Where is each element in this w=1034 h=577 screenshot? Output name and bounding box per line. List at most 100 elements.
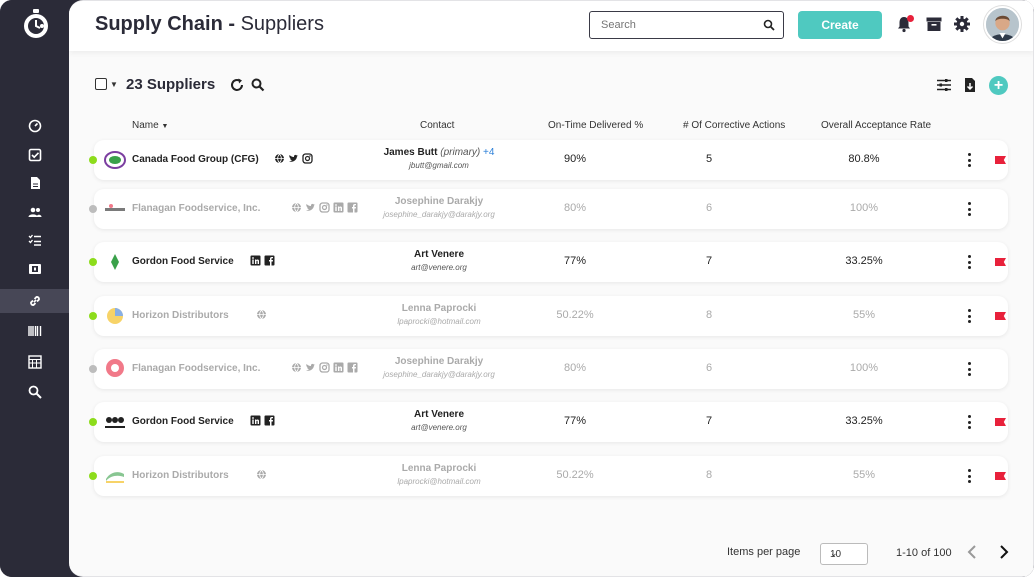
corrective-actions-value: 7: [705, 415, 713, 427]
link-icon: [29, 296, 40, 306]
archive-icon[interactable]: [925, 15, 943, 33]
supplier-name[interactable]: Flanagan Foodservice, Inc.: [132, 203, 260, 214]
globe-icon[interactable]: [274, 153, 285, 164]
contact-name[interactable]: James Butt: [384, 147, 438, 158]
checkbox[interactable]: [95, 78, 107, 90]
nav-supply-chain[interactable]: [0, 289, 69, 313]
supplier-name[interactable]: Horizon Distributors: [132, 470, 229, 481]
flag-icon[interactable]: [995, 156, 1006, 164]
download-file-icon[interactable]: [962, 77, 978, 93]
select-all-checkbox[interactable]: ▼: [95, 78, 118, 90]
contact-email[interactable]: art@venere.org: [334, 423, 544, 432]
supplier-name[interactable]: Gordon Food Service: [132, 256, 234, 267]
globe-icon[interactable]: [256, 309, 267, 320]
twitter-icon[interactable]: [305, 362, 316, 373]
twitter-icon[interactable]: [305, 202, 316, 213]
main-panel: Supply Chain - Suppliers Create: [69, 0, 1034, 577]
instagram-icon[interactable]: [302, 153, 313, 164]
contact-name[interactable]: Art Venere: [414, 409, 464, 420]
nav-documents[interactable]: [0, 171, 69, 195]
nav-inventory[interactable]: [0, 257, 69, 281]
top-header: Supply Chain - Suppliers Create: [69, 1, 1033, 51]
items-per-page-select[interactable]: 10 ⌄: [820, 543, 868, 565]
facebook-icon[interactable]: [264, 255, 275, 266]
chevron-down-icon[interactable]: ▼: [110, 80, 118, 89]
create-button[interactable]: Create: [798, 11, 882, 39]
corrective-actions-value: 7: [705, 255, 713, 267]
flag-icon[interactable]: [995, 418, 1006, 426]
linkedin-icon[interactable]: [250, 255, 261, 266]
globe-icon[interactable]: [291, 202, 302, 213]
contact-name[interactable]: Lenna Paprocki: [402, 463, 476, 474]
flag-icon[interactable]: [995, 312, 1006, 320]
chevron-right-icon[interactable]: [997, 544, 1011, 560]
contact-email[interactable]: art@venere.org: [334, 263, 544, 272]
more-options-icon[interactable]: [964, 360, 974, 378]
more-options-icon[interactable]: [964, 413, 974, 431]
linkedin-icon[interactable]: [250, 415, 261, 426]
more-options-icon[interactable]: [964, 151, 974, 169]
add-circle-icon[interactable]: +: [989, 76, 1008, 95]
table-row[interactable]: Flanagan Foodservice, Inc. Josephine Dara…: [89, 349, 1008, 389]
contact-name-line: Art Venere: [334, 249, 544, 260]
twitter-icon[interactable]: [288, 153, 299, 164]
contact-email[interactable]: josephine_darakjy@darakjy.org: [334, 210, 544, 219]
table-row[interactable]: Gordon Food Service Art Venere art@venere…: [89, 402, 1008, 442]
contact-name[interactable]: Art Venere: [414, 249, 464, 260]
search-box[interactable]: [589, 11, 784, 39]
globe-icon[interactable]: [291, 362, 302, 373]
nav-users[interactable]: [0, 200, 69, 224]
user-avatar[interactable]: [984, 6, 1021, 43]
table-row[interactable]: Canada Food Group (CFG) James Butt (prima…: [89, 140, 1008, 180]
contact-name-line: James Butt (primary) +4: [334, 147, 544, 158]
more-options-icon[interactable]: [964, 307, 974, 325]
chevron-left-icon[interactable]: [965, 544, 979, 560]
nav-dashboard[interactable]: [0, 114, 69, 138]
search-icon[interactable]: [763, 19, 775, 31]
instagram-icon[interactable]: [319, 202, 331, 213]
status-indicator: [89, 205, 97, 213]
nav-calendar[interactable]: [0, 350, 69, 374]
table-row[interactable]: Flanagan Foodservice, Inc. Josephine Dara…: [89, 189, 1008, 229]
more-options-icon[interactable]: [964, 253, 974, 271]
search-input[interactable]: [601, 19, 751, 31]
supplier-name[interactable]: Canada Food Group (CFG): [132, 154, 259, 165]
col-header-name[interactable]: Name ▼: [132, 120, 168, 131]
supplier-logo: [103, 198, 127, 220]
globe-icon[interactable]: [256, 469, 267, 480]
status-indicator: [89, 472, 97, 480]
contact-name[interactable]: Lenna Paprocki: [402, 303, 476, 314]
contact-name[interactable]: Josephine Darakjy: [395, 196, 483, 207]
status-indicator: [89, 258, 97, 266]
social-links: [250, 255, 275, 266]
nav-tasks[interactable]: [0, 143, 69, 167]
flag-icon[interactable]: [995, 258, 1006, 266]
supplier-name[interactable]: Horizon Distributors: [132, 310, 229, 321]
contact-name[interactable]: Josephine Darakjy: [395, 356, 483, 367]
flag-icon[interactable]: [995, 472, 1006, 480]
table-row[interactable]: Gordon Food Service Art Venere art@venere…: [89, 242, 1008, 282]
facebook-icon[interactable]: [264, 415, 275, 426]
instagram-icon[interactable]: [319, 362, 331, 373]
refresh-icon[interactable]: [229, 77, 245, 93]
search-icon[interactable]: [250, 77, 266, 93]
stopwatch-logo-icon[interactable]: [22, 9, 50, 39]
more-contacts-link[interactable]: +4: [483, 147, 494, 158]
contact-email[interactable]: jbutt@gmail.com: [334, 161, 544, 170]
nav-barcodes[interactable]: [0, 319, 69, 343]
more-options-icon[interactable]: [964, 467, 974, 485]
supplier-name[interactable]: Flanagan Foodservice, Inc.: [132, 363, 260, 374]
contact-email[interactable]: josephine_darakjy@darakjy.org: [334, 370, 544, 379]
nav-search[interactable]: [0, 380, 69, 404]
pagination-range: 1-10 of 100: [896, 547, 952, 559]
gear-icon[interactable]: [953, 15, 971, 33]
table-row[interactable]: Horizon Distributors Lenna Paprocki lpapr…: [89, 296, 1008, 336]
more-options-icon[interactable]: [964, 200, 974, 218]
table-row[interactable]: Horizon Distributors Lenna Paprocki lpapr…: [89, 456, 1008, 496]
nav-checklists[interactable]: [0, 228, 69, 252]
on-time-value: 77%: [563, 415, 587, 427]
contact-email[interactable]: lpaprocki@hotmail.com: [334, 477, 544, 486]
filter-sliders-icon[interactable]: [936, 77, 952, 93]
contact-email[interactable]: lpaprocki@hotmail.com: [334, 317, 544, 326]
supplier-name[interactable]: Gordon Food Service: [132, 416, 234, 427]
